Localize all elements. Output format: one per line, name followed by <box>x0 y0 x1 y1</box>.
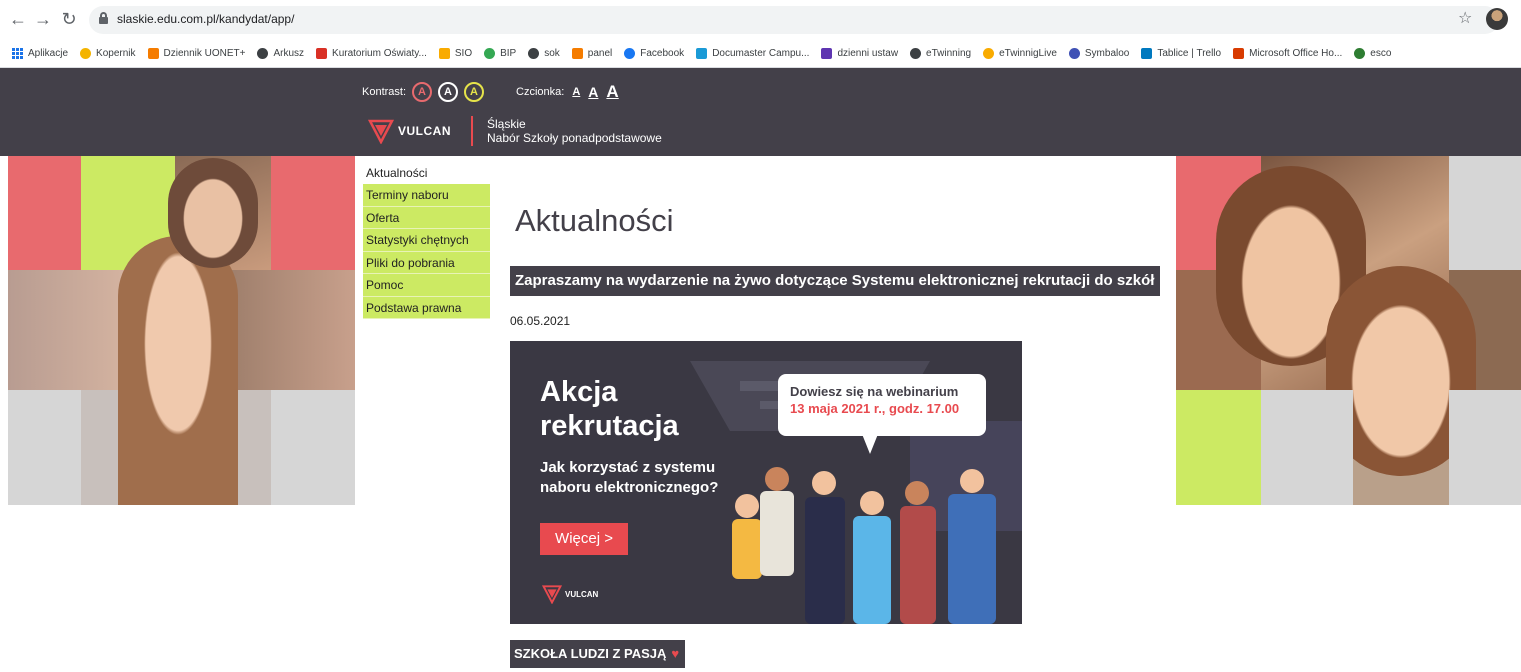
back-icon[interactable]: ← <box>8 9 28 30</box>
contrast-label: Kontrast: <box>362 86 407 98</box>
banner-subtitle: Jak korzystać z systemu naboru elektroni… <box>540 459 719 496</box>
page-title: Aktualności <box>515 203 674 238</box>
nav-item-statystyki[interactable]: Statystyki chętnych <box>363 229 490 252</box>
nav-item-aktualnosci[interactable]: Aktualności <box>363 162 490 184</box>
bookmark-panel[interactable]: panel <box>571 48 612 59</box>
bookmark-documaster[interactable]: Documaster Campu... <box>696 48 809 59</box>
swirl-icon <box>80 48 92 59</box>
news-date: 06.05.2021 <box>510 314 571 328</box>
bookmark-aplikacje[interactable]: Aplikacje <box>12 48 68 59</box>
nav-item-pomoc[interactable]: Pomoc <box>363 274 490 297</box>
region-subtitle: Nabór Szkoły ponadpodstawowe <box>487 131 662 145</box>
accessibility-bar: Kontrast: A A A Czcionka: A A A <box>362 82 619 102</box>
globe-icon <box>528 48 540 59</box>
contrast-red-button[interactable]: A <box>412 82 433 102</box>
speech-bubble-tail <box>862 434 878 454</box>
trello-icon <box>1141 48 1153 59</box>
banner-logo: VULCAN <box>542 584 598 604</box>
bookmark-office[interactable]: Microsoft Office Ho... <box>1233 48 1342 59</box>
bookmark-dziennik[interactable]: Dziennik UONET+ <box>147 48 245 59</box>
logo-divider <box>471 116 473 146</box>
panel-icon <box>571 48 583 59</box>
bookmarks-bar: Aplikacje Kopernik Dziennik UONET+ Arkus… <box>0 40 1521 68</box>
font-small-button[interactable]: A <box>572 86 580 98</box>
contrast-white-button[interactable]: A <box>438 82 459 102</box>
font-large-button[interactable]: A <box>606 82 618 102</box>
nav-item-oferta[interactable]: Oferta <box>363 206 490 229</box>
browser-toolbar: ← → ↻ slaskie.edu.com.pl/kandydat/app/ ☆ <box>0 0 1521 40</box>
bookmark-kuratorium[interactable]: Kuratorium Oświaty... <box>316 48 427 59</box>
news-heading-link[interactable]: Zapraszamy na wydarzenie na żywo dotyczą… <box>510 266 1161 296</box>
esco-icon <box>1354 48 1366 59</box>
hero-image-right <box>1176 156 1521 505</box>
nav-item-terminy-naboru[interactable]: Terminy naboru <box>363 184 490 207</box>
reload-icon[interactable]: ↻ <box>59 9 79 30</box>
banner-title: Akcja rekrutacja <box>540 376 679 442</box>
bookmark-trello[interactable]: Tablice | Trello <box>1141 48 1221 59</box>
bookmark-symbaloo[interactable]: Symbaloo <box>1068 48 1129 59</box>
font-size-label: Czcionka: <box>516 86 565 98</box>
bookmark-bip[interactable]: BIP <box>484 48 516 59</box>
globe-icon <box>910 48 922 59</box>
more-button[interactable]: Więcej > <box>540 523 628 555</box>
bip-icon <box>484 48 496 59</box>
nav-item-pliki[interactable]: Pliki do pobrania <box>363 251 490 274</box>
office-icon <box>1233 48 1245 59</box>
bookmark-esco[interactable]: esco <box>1354 48 1391 59</box>
apps-grid-icon <box>12 48 23 59</box>
check-mark-icon <box>821 48 833 59</box>
hero-image-left <box>8 156 355 505</box>
forward-icon[interactable]: → <box>33 9 53 30</box>
facebook-icon <box>624 48 636 59</box>
emblem-icon <box>316 48 328 59</box>
profile-avatar[interactable] <box>1486 8 1508 30</box>
documaster-icon <box>696 48 708 59</box>
star-icon[interactable]: ☆ <box>1458 8 1472 28</box>
url-text[interactable]: slaskie.edu.com.pl/kandydat/app/ <box>117 12 294 26</box>
bookmark-sio[interactable]: SIO <box>438 48 472 59</box>
bookmark-etwinninglive[interactable]: eTwinnigLive <box>983 48 1057 59</box>
symbaloo-icon <box>1068 48 1080 59</box>
bookmark-kopernik[interactable]: Kopernik <box>80 48 136 59</box>
address-bar[interactable]: slaskie.edu.com.pl/kandydat/app/ <box>89 6 1499 34</box>
region-name: Śląskie <box>487 117 526 131</box>
bookmark-arkusz[interactable]: Arkusz <box>257 48 304 59</box>
globe-icon <box>257 48 269 59</box>
speech-bubble: Dowiesz się na webinarium 13 maja 2021 r… <box>778 374 986 436</box>
region-title: Śląskie Nabór Szkoły ponadpodstawowe <box>487 117 662 145</box>
sio-icon <box>438 48 450 59</box>
font-medium-button[interactable]: A <box>588 84 598 100</box>
contrast-yellow-button[interactable]: A <box>464 82 485 102</box>
bookmark-dzienni-ustaw[interactable]: dzienni ustaw <box>821 48 898 59</box>
webinar-banner[interactable]: Akcja rekrutacja Jak korzystać z systemu… <box>510 341 1022 624</box>
bookmark-sok[interactable]: sok <box>528 48 560 59</box>
second-news-heading[interactable]: SZKOŁA LUDZI Z PASJĄ ♥ <box>510 640 686 668</box>
heart-icon: ♥ <box>671 646 680 661</box>
lock-icon <box>99 12 108 24</box>
vulcan-logo-icon <box>542 585 562 604</box>
plus-square-icon <box>147 48 159 59</box>
twinning-icon <box>983 48 995 59</box>
vulcan-logo-icon <box>368 119 394 144</box>
nav-item-podstawa-prawna[interactable]: Podstawa prawna <box>363 296 490 319</box>
site-logo[interactable]: VULCAN Śląskie Nabór Szkoły ponadpodstaw… <box>368 116 662 146</box>
bookmark-facebook[interactable]: Facebook <box>624 48 684 59</box>
logo-text: VULCAN <box>398 124 451 138</box>
bookmark-etwinning[interactable]: eTwinning <box>910 48 971 59</box>
main-nav: Aktualności Terminy naboru Oferta Statys… <box>363 162 490 319</box>
site-header: Kontrast: A A A Czcionka: A A A VULCAN Ś… <box>0 68 1521 156</box>
